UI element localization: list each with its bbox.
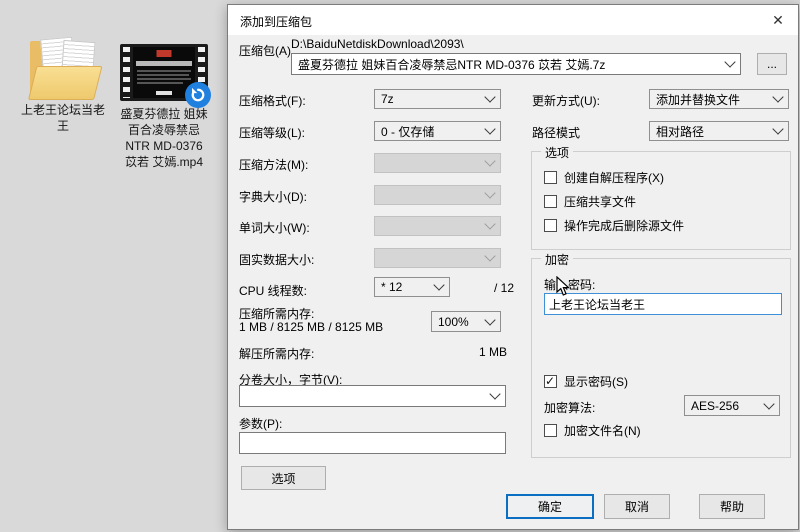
ok-button[interactable]: 确定 [506,494,594,519]
archive-label: 压缩包(A) [239,44,291,58]
folder-front [28,66,103,100]
level-value: 0 - 仅存储 [381,124,435,139]
decompress-memory-label: 解压所需内存: [239,347,315,361]
archive-name-combobox[interactable]: 盛夏芬德拉 姐妹百合凌辱禁忌NTR MD-0376 苡若 艾嫣.7z [291,53,741,75]
video-label-line: NTR MD-0376 [125,139,203,153]
checkbox-label: 加密文件名(N) [564,424,641,438]
format-label: 压缩格式(F): [239,94,306,108]
solid-size-label: 固实数据大小: [239,253,315,267]
checkbox-label: 显示密码(S) [564,375,628,389]
encrypt-filenames-checkbox[interactable]: 加密文件名(N) [544,422,641,439]
path-mode-select[interactable]: 相对路径 [649,121,789,141]
word-size-select [374,216,501,236]
checkbox-box[interactable] [544,219,557,232]
checkbox-label: 压缩共享文件 [564,195,637,209]
chevron-down-icon [484,123,496,135]
dialog-titlebar[interactable]: 添加到压缩包 ✕ [228,5,798,35]
volume-size-combobox[interactable] [239,385,506,407]
dialog-title: 添加到压缩包 [240,15,313,29]
decompress-memory-value: 1 MB [479,345,508,359]
chevron-down-icon [772,91,784,103]
cancel-button[interactable]: 取消 [604,494,670,519]
solid-size-select [374,248,501,268]
video-label-line: 百合凌辱禁忌 [127,123,200,137]
dictionary-label: 字典大小(D): [239,190,307,204]
chevron-down-icon [763,397,775,410]
cpu-threads-total: / 12 [494,281,515,295]
checkbox-box[interactable] [544,195,557,208]
level-select[interactable]: 0 - 仅存储 [374,121,501,141]
chevron-down-icon [484,313,496,326]
browse-button[interactable]: ... [757,53,787,75]
sync-badge-icon [185,82,211,108]
compress-shared-checkbox[interactable]: 压缩共享文件 [544,193,636,210]
cpu-threads-value: * 12 [381,280,403,294]
chevron-down-icon [484,250,496,262]
help-button[interactable]: 帮助 [699,494,765,519]
update-mode-select[interactable]: 添加并替换文件 [649,89,789,109]
method-label: 压缩方法(M): [239,158,309,172]
encryption-algo-label: 加密算法: [544,401,596,415]
chevron-down-icon [724,56,736,68]
checkbox-label: 创建自解压程序(X) [564,171,664,185]
video-label-line: 苡若 艾嫣.mp4 [124,155,203,169]
chevron-down-icon [484,155,496,167]
chevron-down-icon [484,218,496,230]
thumbnail-text-line [137,78,191,80]
mouse-cursor [556,275,571,300]
dictionary-select [374,185,501,205]
parameters-label: 参数(P): [239,417,283,431]
cpu-threads-label: CPU 线程数: [239,284,308,298]
thumbnail-text-line [137,70,191,72]
update-mode-value: 添加并替换文件 [656,92,741,107]
method-select [374,153,501,173]
archive-path: D:\BaiduNetdiskDownload\2093\ [291,37,464,51]
memory-usage-value: 1 MB / 8125 MB / 8125 MB [239,320,384,334]
chevron-down-icon [489,388,501,400]
close-icon[interactable]: ✕ [766,9,790,31]
chevron-down-icon [484,91,496,103]
checkbox-label: 操作完成后删除源文件 [564,219,685,233]
desktop: 上老王论坛当老 王 盛夏芬德拉 姐妹 百合凌辱禁忌 NTR MD-0376 苡若… [0,0,800,532]
level-label: 压缩等级(L): [239,126,306,140]
format-value: 7z [381,92,394,106]
folder-icon[interactable] [26,36,106,100]
password-input[interactable] [544,293,782,315]
video-file-icon[interactable] [120,44,211,108]
thumbnail-text-line [136,61,192,66]
update-mode-label: 更新方式(U): [532,94,600,108]
checkbox-box[interactable] [544,424,557,437]
chevron-down-icon [772,123,784,135]
word-size-label: 单词大小(W): [239,221,310,235]
chevron-down-icon [484,187,496,199]
create-sfx-checkbox[interactable]: 创建自解压程序(X) [544,169,664,186]
encryption-algo-select[interactable]: AES-256 [684,395,780,416]
filmstrip-holes-left [123,47,130,98]
video-label-line: 盛夏芬德拉 姐妹 [120,107,208,121]
thumbnail-red-banner [156,50,172,57]
chevron-down-icon [433,279,445,291]
archive-name-value: 盛夏芬德拉 姐妹百合凌辱禁忌NTR MD-0376 苡若 艾嫣.7z [298,57,606,72]
thumbnail-text-line [137,82,183,84]
encryption-group-title: 加密 [541,251,574,268]
encryption-algo-value: AES-256 [691,398,740,413]
delete-after-checkbox[interactable]: 操作完成后删除源文件 [544,217,684,234]
parameters-input[interactable] [239,432,506,454]
memory-percent-value: 100% [438,314,469,329]
format-select[interactable]: 7z [374,89,501,109]
path-mode-label: 路径模式 [532,126,581,140]
options-group-title: 选项 [541,144,574,161]
checkbox-box[interactable] [544,374,557,388]
video-file-label[interactable]: 盛夏芬德拉 姐妹 百合凌辱禁忌 NTR MD-0376 苡若 艾嫣.mp4 [106,106,222,170]
add-to-archive-dialog: 添加到压缩包 ✕ 压缩包(A) D:\BaiduNetdiskDownload\… [227,4,799,530]
options-button[interactable]: 选项 [241,466,326,490]
show-password-checkbox[interactable]: 显示密码(S) [544,373,628,390]
cpu-threads-select[interactable]: * 12 [374,277,450,297]
checkbox-box[interactable] [544,171,557,184]
thumbnail-text-line [156,91,172,95]
thumbnail-text-line [137,74,189,76]
path-mode-value: 相对路径 [656,124,705,139]
memory-percent-select[interactable]: 100% [431,311,501,332]
